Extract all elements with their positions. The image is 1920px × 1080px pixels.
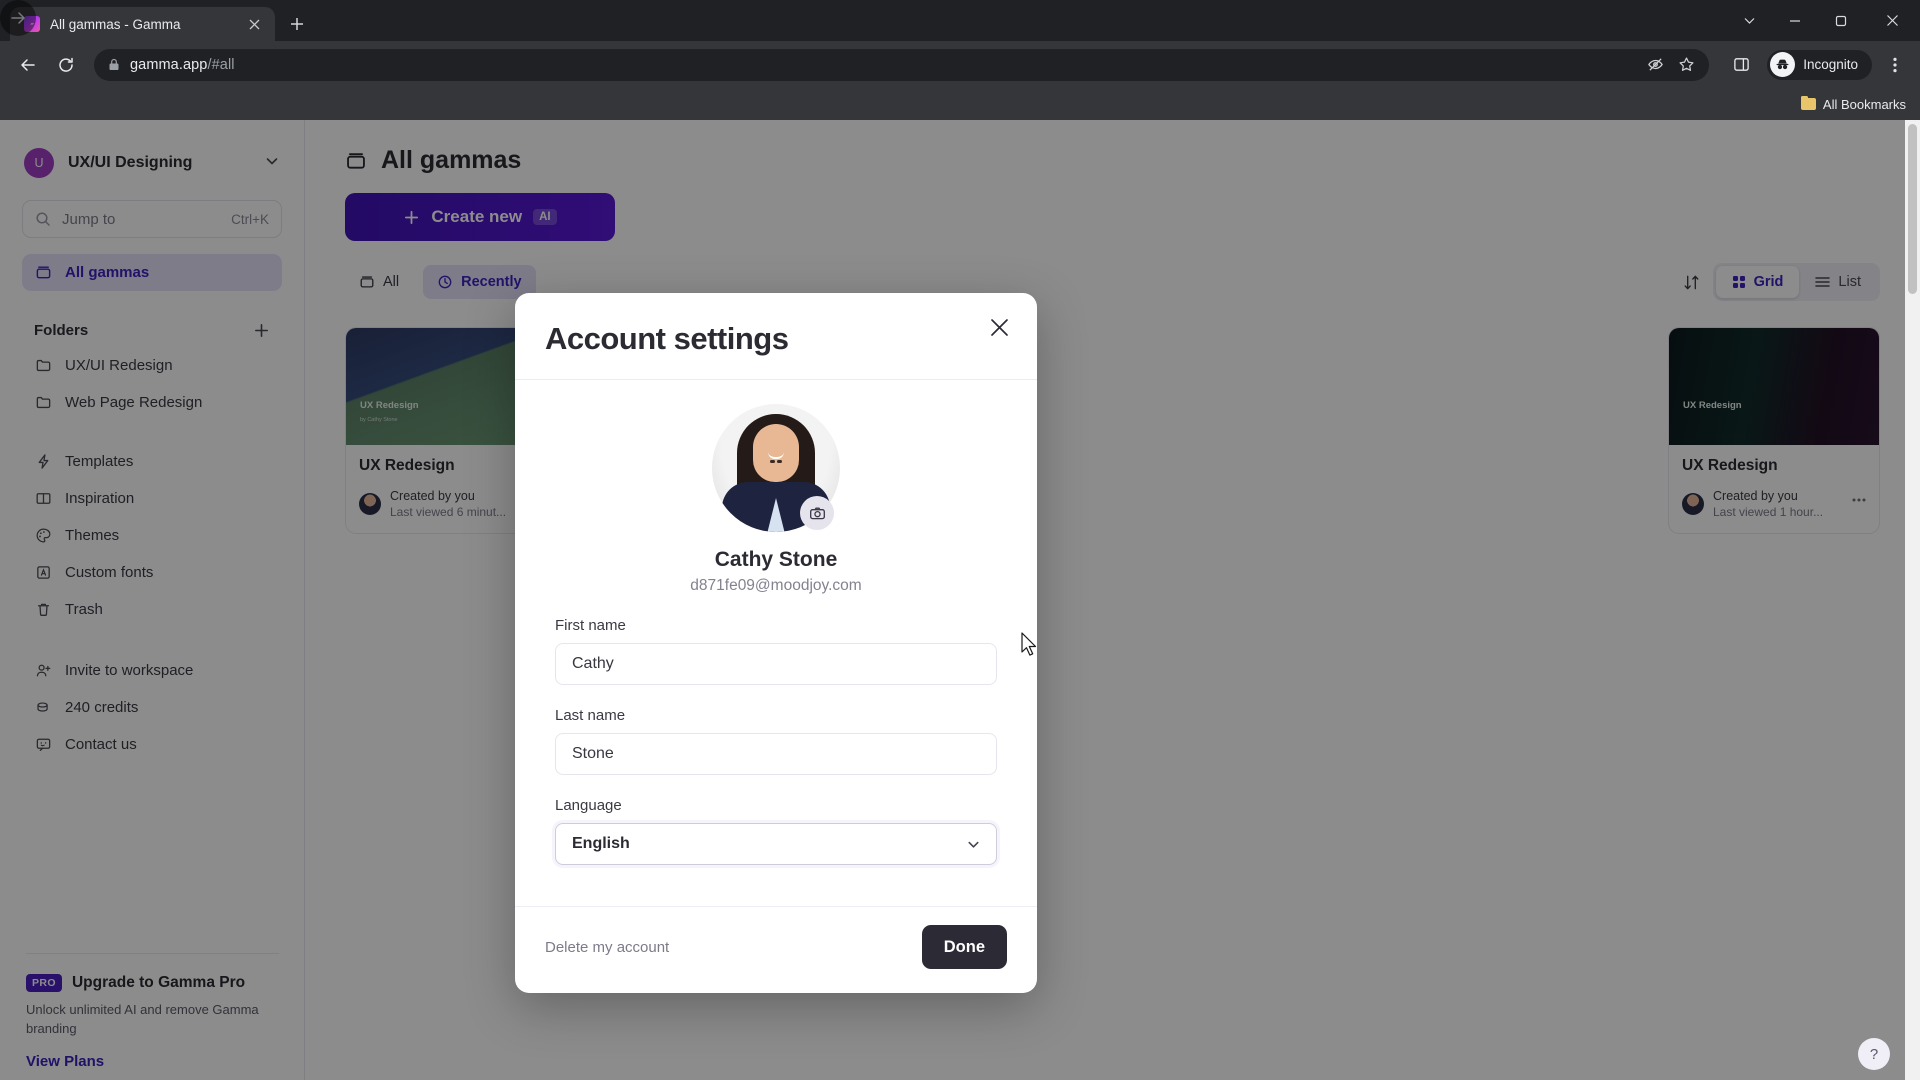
browser-tab[interactable]: All gammas - Gamma [10, 7, 275, 41]
help-button[interactable]: ? [1858, 1038, 1890, 1070]
mouse-cursor [1021, 632, 1038, 661]
modal-title: Account settings [545, 321, 789, 356]
lock-icon [108, 58, 120, 71]
scrollbar-thumb[interactable] [1908, 124, 1917, 294]
first-name-label: First name [555, 617, 626, 634]
last-name-label: Last name [555, 707, 626, 724]
tab-title: All gammas - Gamma [50, 16, 181, 32]
delete-account-link[interactable]: Delete my account [545, 939, 669, 956]
camera-icon[interactable] [800, 496, 834, 530]
url-host: gamma.app [130, 56, 208, 73]
last-name-input[interactable]: Stone [555, 733, 997, 775]
language-select[interactable]: English [555, 823, 997, 865]
all-bookmarks-button[interactable]: All Bookmarks [1800, 95, 1906, 112]
kebab-menu-icon[interactable] [1880, 48, 1910, 82]
first-name-input[interactable]: Cathy [555, 643, 997, 685]
language-field-group: Language English [555, 797, 997, 865]
reload-button[interactable] [48, 47, 84, 83]
page-content: U UX/UI Designing Jump to Ctrl+K All gam… [0, 120, 1920, 1080]
close-icon[interactable] [983, 311, 1015, 343]
profile-label: Incognito [1803, 57, 1858, 72]
all-bookmarks-label: All Bookmarks [1822, 96, 1906, 112]
browser-toolbar: gamma.app/#all Incognito [0, 0, 1920, 88]
last-name-field-group: Last name Stone [555, 707, 997, 775]
url-path: /#all [207, 56, 235, 73]
profile-name: Cathy Stone [714, 548, 838, 571]
tab-strip: All gammas - Gamma [0, 0, 1920, 41]
close-icon[interactable] [243, 13, 265, 35]
new-tab-button[interactable] [283, 10, 311, 38]
bookmarks-bar: All Bookmarks [0, 88, 1920, 120]
profile-email: d871fe09@moodjoy.com [690, 577, 862, 594]
forward-button[interactable] [0, 0, 36, 36]
side-panel-icon[interactable] [1723, 47, 1759, 83]
profile-incognito-button[interactable]: Incognito [1767, 49, 1872, 80]
language-value: English [572, 835, 630, 852]
star-icon[interactable] [1678, 56, 1695, 73]
folder-icon [1800, 95, 1816, 110]
chevron-down-icon [965, 836, 982, 853]
address-bar[interactable]: gamma.app/#all [94, 48, 1710, 81]
language-label: Language [555, 797, 622, 814]
first-name-field-group: First name Cathy [555, 617, 997, 685]
done-button[interactable]: Done [921, 925, 1007, 969]
chevron-down-icon[interactable] [1726, 0, 1772, 41]
minimize-button[interactable] [1772, 0, 1818, 41]
maximize-button[interactable] [1818, 0, 1864, 41]
eye-off-icon[interactable] [1647, 56, 1664, 73]
incognito-icon [1770, 52, 1796, 77]
back-button[interactable] [10, 47, 46, 83]
close-window-button[interactable] [1864, 0, 1920, 41]
browser-window: All gammas - Gamma gamma.app/#all Incogn… [0, 0, 1920, 1080]
window-controls [1726, 0, 1920, 41]
vertical-scrollbar[interactable]: ▲ ▼ [1905, 120, 1920, 1080]
account-settings-modal: Account settings Cathy Stone d871fe09@mo… [515, 293, 1037, 993]
